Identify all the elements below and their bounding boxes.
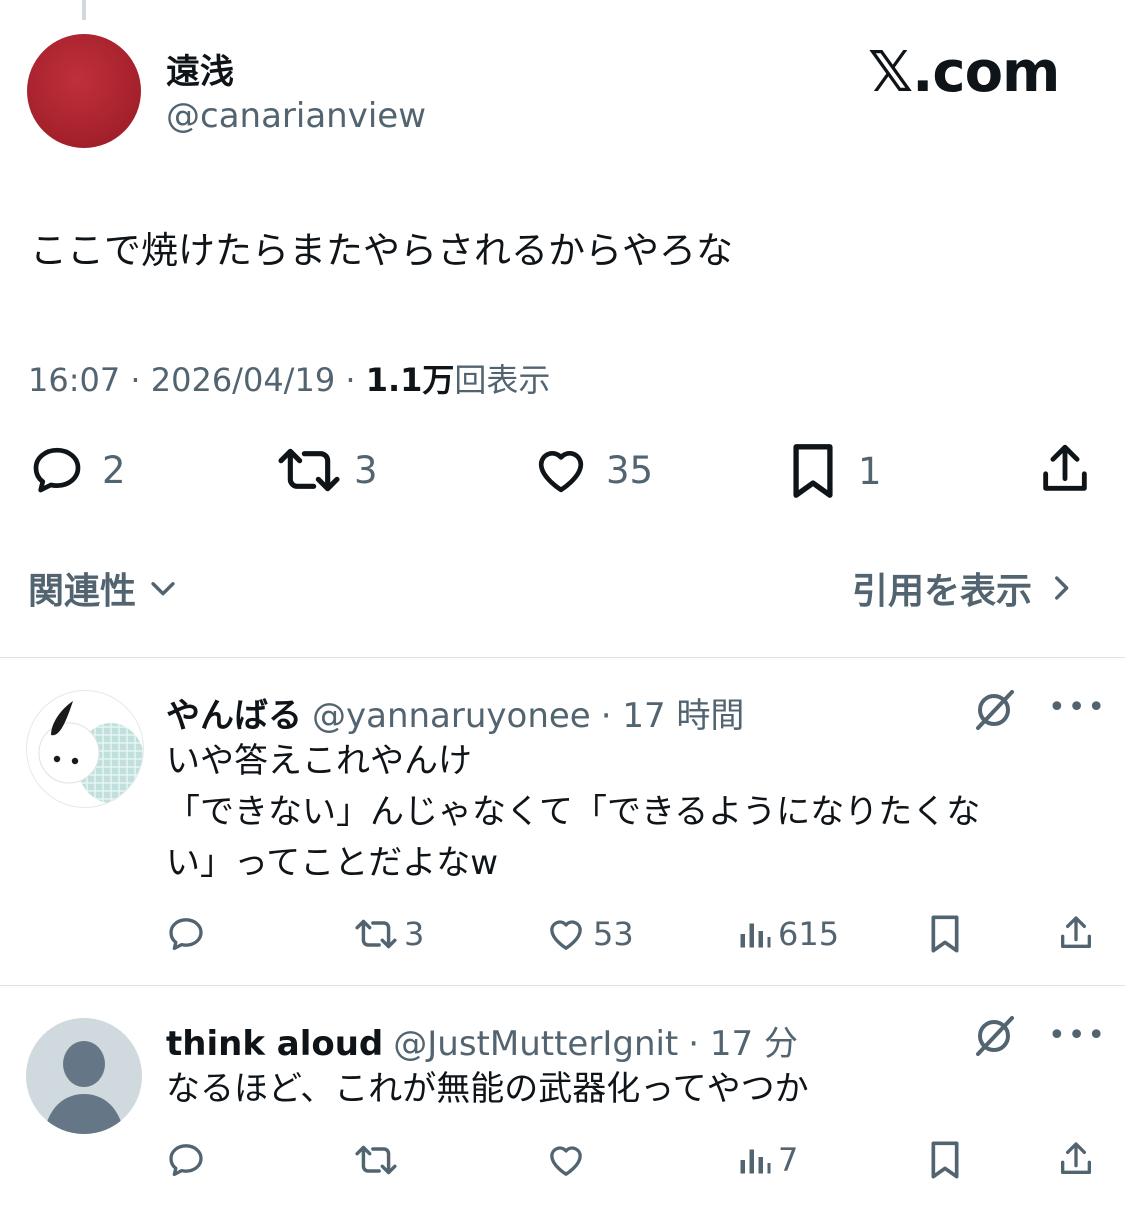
reply-text-line: い」ってことだよなw: [166, 843, 499, 883]
reply-button[interactable]: [166, 1140, 206, 1180]
views-label: 回表示: [454, 361, 551, 399]
views-button[interactable]: 615: [736, 914, 839, 954]
retweet-icon: [355, 919, 397, 949]
reply-button[interactable]: [166, 914, 206, 954]
share-button[interactable]: [1036, 440, 1094, 498]
reply-time[interactable]: · 17 分: [688, 1016, 798, 1065]
divider: [0, 985, 1125, 986]
like-button[interactable]: 53: [545, 914, 634, 954]
tweet-meta: 16:07 · 2026/04/19 · 1.1万回表示: [28, 355, 550, 401]
views-icon: [740, 923, 771, 948]
reply-text: いや答えこれやんけ 「できない」んじゃなくて「できるようになりたくな い」ってこ…: [166, 736, 980, 889]
chevron-down-icon: [151, 582, 175, 596]
retweet-button[interactable]: 3: [276, 442, 378, 498]
like-icon: [550, 920, 582, 950]
views-icon: [740, 1149, 771, 1174]
like-icon: [550, 1146, 582, 1176]
bookmark-icon: [793, 444, 833, 498]
reply-header: やんばる @yannaruyonee · 17 時間: [166, 688, 744, 737]
relevance-label: 関連性: [28, 571, 137, 612]
like-count: 35: [606, 448, 654, 492]
reply-avatar[interactable]: [26, 690, 144, 808]
grok-button[interactable]: [970, 686, 1018, 738]
bookmark-button[interactable]: 1: [786, 442, 882, 500]
author-name[interactable]: 遠浅: [166, 44, 234, 93]
reply-author-name[interactable]: think aloud: [166, 1024, 383, 1064]
reply-icon: [169, 1144, 203, 1176]
share-icon: [1061, 1142, 1091, 1174]
author-avatar[interactable]: [27, 34, 141, 148]
grok-button[interactable]: [970, 1012, 1018, 1064]
bookmark-count: 1: [858, 449, 882, 493]
bookmark-button[interactable]: [926, 1140, 964, 1180]
reply-text-line: 「できない」んじゃなくて「できるようになりたくな: [166, 792, 981, 832]
retweet-icon: [355, 1145, 397, 1175]
views-button[interactable]: 7: [736, 1140, 798, 1180]
like-count: 53: [593, 915, 634, 953]
reply-count: 2: [102, 448, 126, 492]
bookmark-icon: [931, 1141, 959, 1179]
share-icon: [1043, 444, 1087, 491]
tweet-text: ここで焼けたらまたやらされるからやろな: [30, 229, 733, 272]
more-icon[interactable]: •••: [1048, 1018, 1107, 1053]
like-icon: [538, 451, 584, 493]
retweet-count: 3: [404, 915, 425, 953]
share-button[interactable]: [1056, 1138, 1096, 1180]
quotes-label: 引用を表示: [852, 571, 1033, 612]
bookmark-button[interactable]: [926, 914, 964, 954]
reply-text-line: なるほど、これが無能の武器化ってやつか: [166, 1069, 809, 1109]
reply-icon: [33, 447, 81, 493]
like-button[interactable]: 35: [530, 442, 653, 498]
retweet-button[interactable]: 3: [354, 914, 424, 954]
share-button[interactable]: [1056, 912, 1096, 954]
default-user-icon: [44, 1041, 124, 1134]
divider: [0, 657, 1125, 658]
more-icon[interactable]: •••: [1048, 690, 1107, 725]
reply-text: なるほど、これが無能の武器化ってやつか: [166, 1064, 809, 1115]
view-quotes-link[interactable]: 引用を表示: [852, 562, 1078, 614]
like-button[interactable]: [545, 1140, 593, 1180]
x-logo: 𝕏.com: [868, 40, 1060, 105]
retweet-count: 3: [354, 448, 378, 492]
reply-header: think aloud @JustMutterIgnit · 17 分: [166, 1016, 798, 1065]
reply-author-handle[interactable]: @yannaruyonee: [312, 696, 591, 736]
views-count: 7: [778, 1141, 799, 1179]
character-icon: [38, 701, 143, 803]
thread-line: [82, 0, 86, 20]
share-icon: [1061, 916, 1091, 948]
reply-author-handle[interactable]: @JustMutterIgnit: [393, 1024, 678, 1064]
bookmark-icon: [931, 915, 959, 953]
reply-time[interactable]: · 17 時間: [601, 688, 745, 737]
retweet-icon: [278, 448, 340, 492]
reply-author-name[interactable]: やんばる: [166, 688, 302, 737]
tweet-time[interactable]: 16:07 · 2026/04/19 ·: [28, 361, 366, 399]
chevron-right-icon: [1055, 576, 1069, 600]
views-count: 1.1万: [365, 361, 455, 399]
grok-icon: [976, 690, 1014, 730]
reply-avatar[interactable]: [26, 1018, 142, 1134]
grok-icon: [976, 1016, 1014, 1056]
reply-button[interactable]: 2: [28, 442, 126, 498]
reply-text-line: いや答えこれやんけ: [166, 741, 472, 781]
views-count: 615: [778, 915, 840, 953]
reply-icon: [169, 918, 203, 950]
relevance-sort[interactable]: 関連性: [28, 562, 180, 614]
retweet-button[interactable]: [354, 1140, 404, 1180]
author-handle[interactable]: @canarianview: [166, 96, 426, 136]
